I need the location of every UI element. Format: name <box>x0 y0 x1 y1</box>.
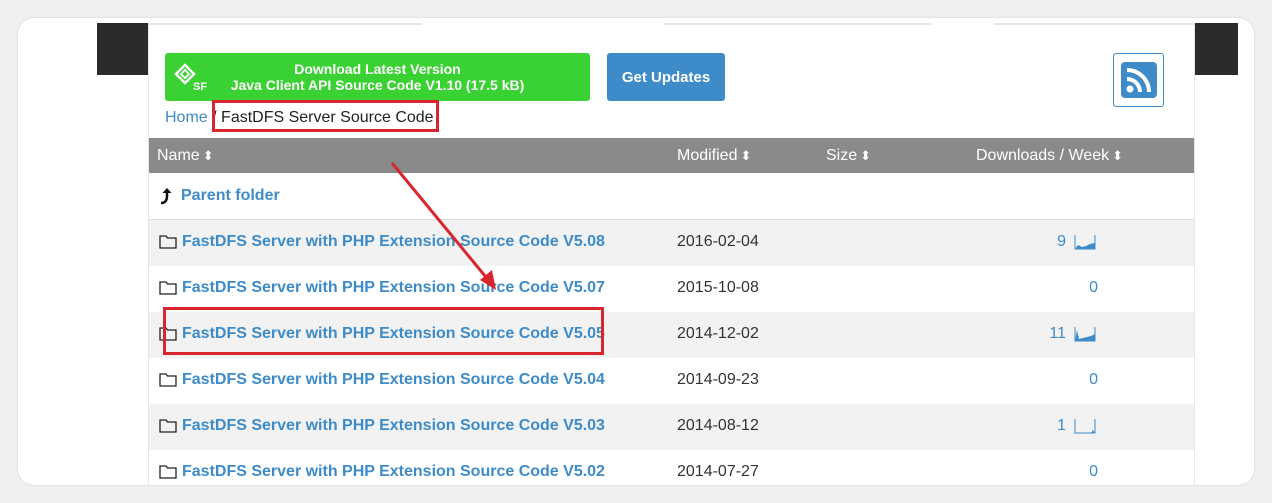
table-header: Name ⬍ Modified ⬍ Size ⬍ Downloads / Week ⬍ <box>149 138 1194 173</box>
panel-top-border <box>994 23 1194 25</box>
column-header-size-label: Size <box>826 147 858 164</box>
modified-date: 2014-12-02 <box>677 325 759 342</box>
sparkline-icon <box>1074 327 1096 342</box>
download-subtitle: Java Client API Source Code V1.10 (17.5 … <box>230 77 525 93</box>
folder-icon <box>159 327 177 341</box>
breadcrumb-separator: / <box>212 109 217 126</box>
downloads-count[interactable]: 9 <box>1057 233 1096 251</box>
downloads-value: 0 <box>1089 371 1098 388</box>
downloads-value: 0 <box>1089 279 1098 296</box>
sparkline-icon <box>1074 419 1096 434</box>
file-name: FastDFS Server with PHP Extension Source… <box>182 463 605 480</box>
column-header-downloads[interactable]: Downloads / Week ⬍ <box>976 147 1123 165</box>
modified-date: 2016-02-04 <box>677 233 759 250</box>
file-link[interactable]: FastDFS Server with PHP Extension Source… <box>159 279 605 297</box>
breadcrumb: Home / FastDFS Server Source Code <box>165 109 434 127</box>
column-header-downloads-label: Downloads / Week <box>976 147 1110 164</box>
downloads-count[interactable]: 0 <box>1089 279 1098 297</box>
sf-logo-text: SF <box>193 81 207 92</box>
column-header-size[interactable]: Size ⬍ <box>826 147 871 165</box>
sort-icon: ⬍ <box>860 148 872 163</box>
column-header-name-label: Name <box>157 147 200 164</box>
table-row: FastDFS Server with PHP Extension Source… <box>149 358 1194 404</box>
sort-icon: ⬍ <box>740 148 752 163</box>
download-latest-button[interactable]: SF Download Latest Version Java Client A… <box>165 53 590 101</box>
rss-icon <box>1120 62 1157 98</box>
get-updates-button[interactable]: Get Updates <box>607 53 725 101</box>
rss-button[interactable] <box>1113 53 1164 107</box>
file-name: FastDFS Server with PHP Extension Source… <box>182 325 605 342</box>
screenshot-card: SF Download Latest Version Java Client A… <box>18 18 1254 485</box>
table-row: FastDFS Server with PHP Extension Source… <box>149 404 1194 450</box>
file-link[interactable]: FastDFS Server with PHP Extension Source… <box>159 325 605 343</box>
downloads-count[interactable]: 0 <box>1089 463 1098 481</box>
files-panel: SF Download Latest Version Java Client A… <box>148 23 1195 485</box>
sort-icon: ⬍ <box>202 148 214 163</box>
downloads-count[interactable]: 11 <box>1049 325 1096 343</box>
table-row: FastDFS Server with PHP Extension Source… <box>149 220 1194 266</box>
downloads-count[interactable]: 1 <box>1057 417 1096 435</box>
download-title: Download Latest Version <box>294 61 461 77</box>
sort-icon: ⬍ <box>1112 148 1124 163</box>
table-row: FastDFS Server with PHP Extension Source… <box>149 450 1194 485</box>
sf-logo-icon: SF <box>174 63 207 92</box>
breadcrumb-current: FastDFS Server Source Code <box>221 109 434 126</box>
file-name: FastDFS Server with PHP Extension Source… <box>182 279 605 296</box>
downloads-value: 0 <box>1089 463 1098 480</box>
parent-folder-link[interactable]: Parent folder <box>181 187 280 205</box>
parent-folder-arrow-icon <box>160 188 172 205</box>
table-row: FastDFS Server with PHP Extension Source… <box>149 312 1194 358</box>
modified-date: 2014-08-12 <box>677 417 759 434</box>
file-name: FastDFS Server with PHP Extension Source… <box>182 417 605 434</box>
downloads-value: 1 <box>1057 417 1066 434</box>
folder-icon <box>159 281 177 295</box>
file-link[interactable]: FastDFS Server with PHP Extension Source… <box>159 233 605 251</box>
folder-icon <box>159 465 177 479</box>
folder-icon <box>159 373 177 387</box>
modified-date: 2014-09-23 <box>677 371 759 388</box>
column-header-modified-label: Modified <box>677 147 738 164</box>
table-row: FastDFS Server with PHP Extension Source… <box>149 266 1194 312</box>
file-link[interactable]: FastDFS Server with PHP Extension Source… <box>159 463 605 481</box>
page-header-left <box>97 23 149 75</box>
file-link[interactable]: FastDFS Server with PHP Extension Source… <box>159 371 605 389</box>
column-header-name[interactable]: Name ⬍ <box>157 147 214 165</box>
column-header-modified[interactable]: Modified ⬍ <box>677 147 751 165</box>
downloads-value: 9 <box>1057 233 1066 250</box>
file-name: FastDFS Server with PHP Extension Source… <box>182 233 605 250</box>
breadcrumb-home-link[interactable]: Home <box>165 109 208 126</box>
modified-date: 2014-07-27 <box>677 463 759 480</box>
parent-folder-row[interactable]: Parent folder <box>149 173 1194 219</box>
panel-top-border <box>149 23 422 25</box>
file-name: FastDFS Server with PHP Extension Source… <box>182 371 605 388</box>
folder-icon <box>159 235 177 249</box>
folder-icon <box>159 419 177 433</box>
panel-top-border <box>664 23 931 25</box>
downloads-count[interactable]: 0 <box>1089 371 1098 389</box>
modified-date: 2015-10-08 <box>677 279 759 296</box>
downloads-value: 11 <box>1049 325 1066 342</box>
sparkline-icon <box>1074 235 1096 250</box>
file-link[interactable]: FastDFS Server with PHP Extension Source… <box>159 417 605 435</box>
page-header-right <box>1194 23 1238 75</box>
